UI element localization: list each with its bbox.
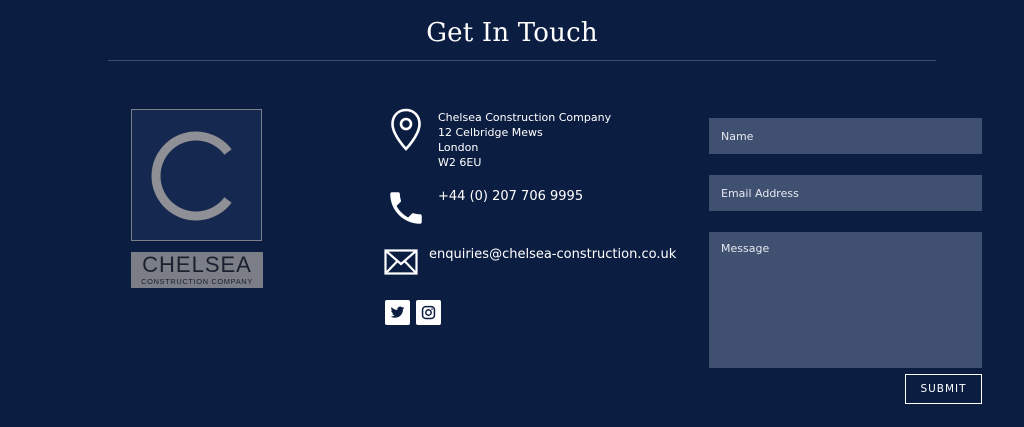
map-pin-icon (391, 108, 421, 151)
logo-c-mark (151, 131, 232, 221)
email-address-input[interactable] (709, 175, 982, 211)
section-title: Get In Touch (426, 18, 598, 48)
instagram-button[interactable] (416, 300, 441, 325)
phone-number[interactable]: +44 (0) 207 706 9995 (438, 189, 583, 204)
envelope-icon (384, 249, 418, 275)
logo-wordmark: CHELSEA CONSTRUCTION COMPANY (131, 252, 263, 288)
instagram-icon (421, 305, 436, 320)
phone-icon (390, 192, 422, 224)
address-line: 12 Celbridge Mews (438, 126, 543, 139)
logo-subtitle: CONSTRUCTION COMPANY (141, 277, 253, 286)
name-input[interactable] (709, 118, 982, 154)
message-textarea[interactable] (709, 232, 982, 368)
logo-word: CHELSEA (142, 252, 252, 277)
title-divider (108, 60, 936, 61)
address-line: W2 6EU (438, 156, 482, 169)
twitter-icon (390, 306, 405, 318)
email-link[interactable]: enquiries@chelsea-construction.co.uk (429, 247, 676, 262)
address-line: London (438, 141, 479, 154)
submit-button[interactable]: SUBMIT (905, 374, 982, 404)
address-block: Chelsea Construction Company 12 Celbridg… (438, 110, 611, 170)
address-line: Chelsea Construction Company (438, 111, 612, 124)
twitter-button[interactable] (385, 300, 410, 325)
